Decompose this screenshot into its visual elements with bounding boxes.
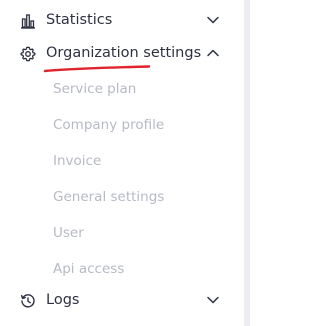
scrollbar-track[interactable]: [244, 0, 250, 326]
chevron-down-icon[interactable]: [206, 15, 220, 25]
sidebar-item-statistics[interactable]: Statistics: [0, 4, 244, 38]
red-underline-annotation: [42, 63, 152, 75]
sidebar-item-label: Logs: [46, 292, 80, 308]
sidebar-item-label: Statistics: [46, 12, 113, 28]
history-icon: [20, 293, 36, 309]
submenu-item-company-profile[interactable]: Company profile: [53, 116, 164, 134]
chevron-down-icon[interactable]: [206, 295, 220, 305]
submenu-item-service-plan[interactable]: Service plan: [53, 80, 136, 98]
submenu-item-general-settings[interactable]: General settings: [53, 188, 164, 206]
bar-chart-icon: [20, 13, 36, 29]
sidebar-item-logs[interactable]: Logs: [0, 284, 244, 318]
submenu-item-api-access[interactable]: Api access: [53, 260, 124, 278]
chevron-up-icon[interactable]: [206, 48, 220, 58]
submenu-item-user[interactable]: User: [53, 224, 84, 242]
submenu-item-invoice[interactable]: Invoice: [53, 152, 101, 170]
sidebar-nav: Statistics Organization settings Service…: [0, 0, 244, 326]
gear-icon: [20, 46, 36, 62]
sidebar-item-label: Organization settings: [46, 45, 202, 61]
